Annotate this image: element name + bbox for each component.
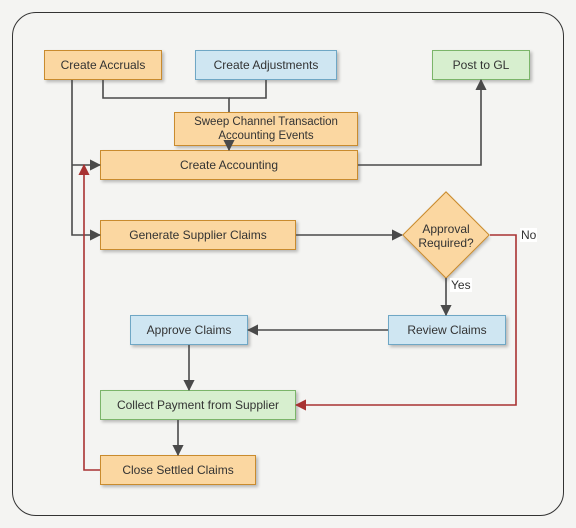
- node-post-to-gl: Post to GL: [432, 50, 530, 80]
- node-generate-supplier-claims: Generate Supplier Claims: [100, 220, 296, 250]
- node-create-accounting: Create Accounting: [100, 150, 358, 180]
- node-approve-claims: Approve Claims: [130, 315, 248, 345]
- node-close-settled-claims: Close Settled Claims: [100, 455, 256, 485]
- node-create-accruals: Create Accruals: [44, 50, 162, 80]
- node-review-claims: Review Claims: [388, 315, 506, 345]
- node-create-adjustments: Create Adjustments: [195, 50, 337, 80]
- diagram-frame: [12, 12, 564, 516]
- edge-label-no: No: [520, 228, 537, 242]
- flowchart-canvas: Create Accruals Create Adjustments Post …: [0, 0, 576, 528]
- node-collect-payment: Collect Payment from Supplier: [100, 390, 296, 420]
- node-sweep-events: Sweep Channel Transaction Accounting Eve…: [174, 112, 358, 146]
- edge-label-yes: Yes: [450, 278, 472, 292]
